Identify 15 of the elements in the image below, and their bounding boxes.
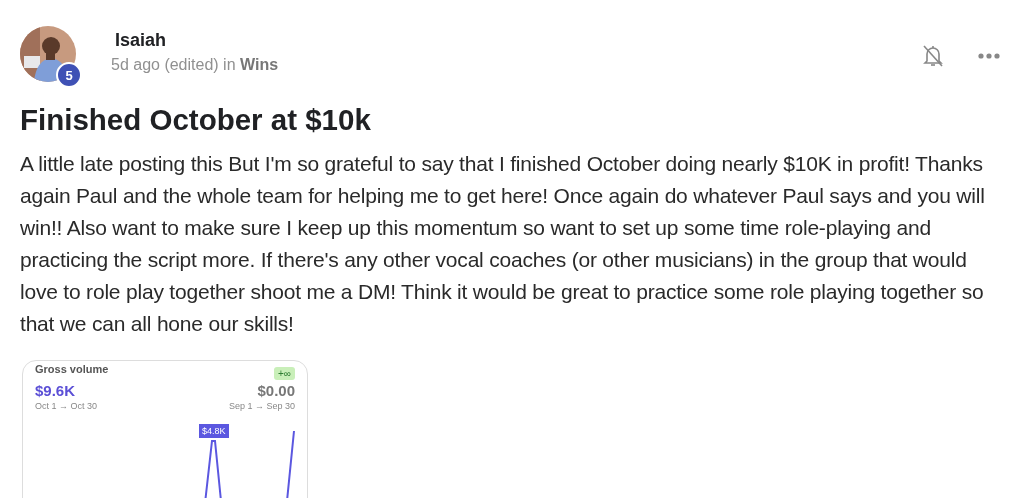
post-meta: 5d ago (edited) in Wins <box>111 56 279 74</box>
date-range: Oct 1 → Oct 30 <box>35 401 98 411</box>
post-body: A little late posting this But I'm so grateful to say that I finished October doing nearly $10K in profit! Thanks again Paul and the whole team for helping me to get here! Once again do whatever Paul says and you will win!! Also want to make sure I keep up this momentum so want to set up some time role-playing and practicing the script more. If there's any other vocal coaches (or other musicians) in the group that would love to role play together shoot me a DM! Think it would be great to practice some role playing together so that we can all hone our skills! <box>20 151 986 337</box>
change-badge: +∞ <box>274 367 295 380</box>
post-title: Finished October at $10k <box>20 104 372 136</box>
card-title: Gross volume <box>35 363 109 375</box>
level-badge: 5 <box>56 62 82 88</box>
notification-icon[interactable] <box>922 44 944 68</box>
previous-value: $0.00 <box>257 382 295 399</box>
peak-label: $4.8K <box>199 424 229 438</box>
screenshot-card[interactable]: Gross volume +∞ $9.6K $0.00 Oct 1 → Oct 30 Sep 1 → Sep 30 $4.8K <box>22 360 308 498</box>
author-name[interactable]: Isaiah <box>115 30 167 51</box>
date-range: Sep 1 → Sep 30 <box>228 401 295 411</box>
current-value: $9.6K <box>35 382 76 399</box>
more-icon[interactable] <box>978 53 1000 59</box>
